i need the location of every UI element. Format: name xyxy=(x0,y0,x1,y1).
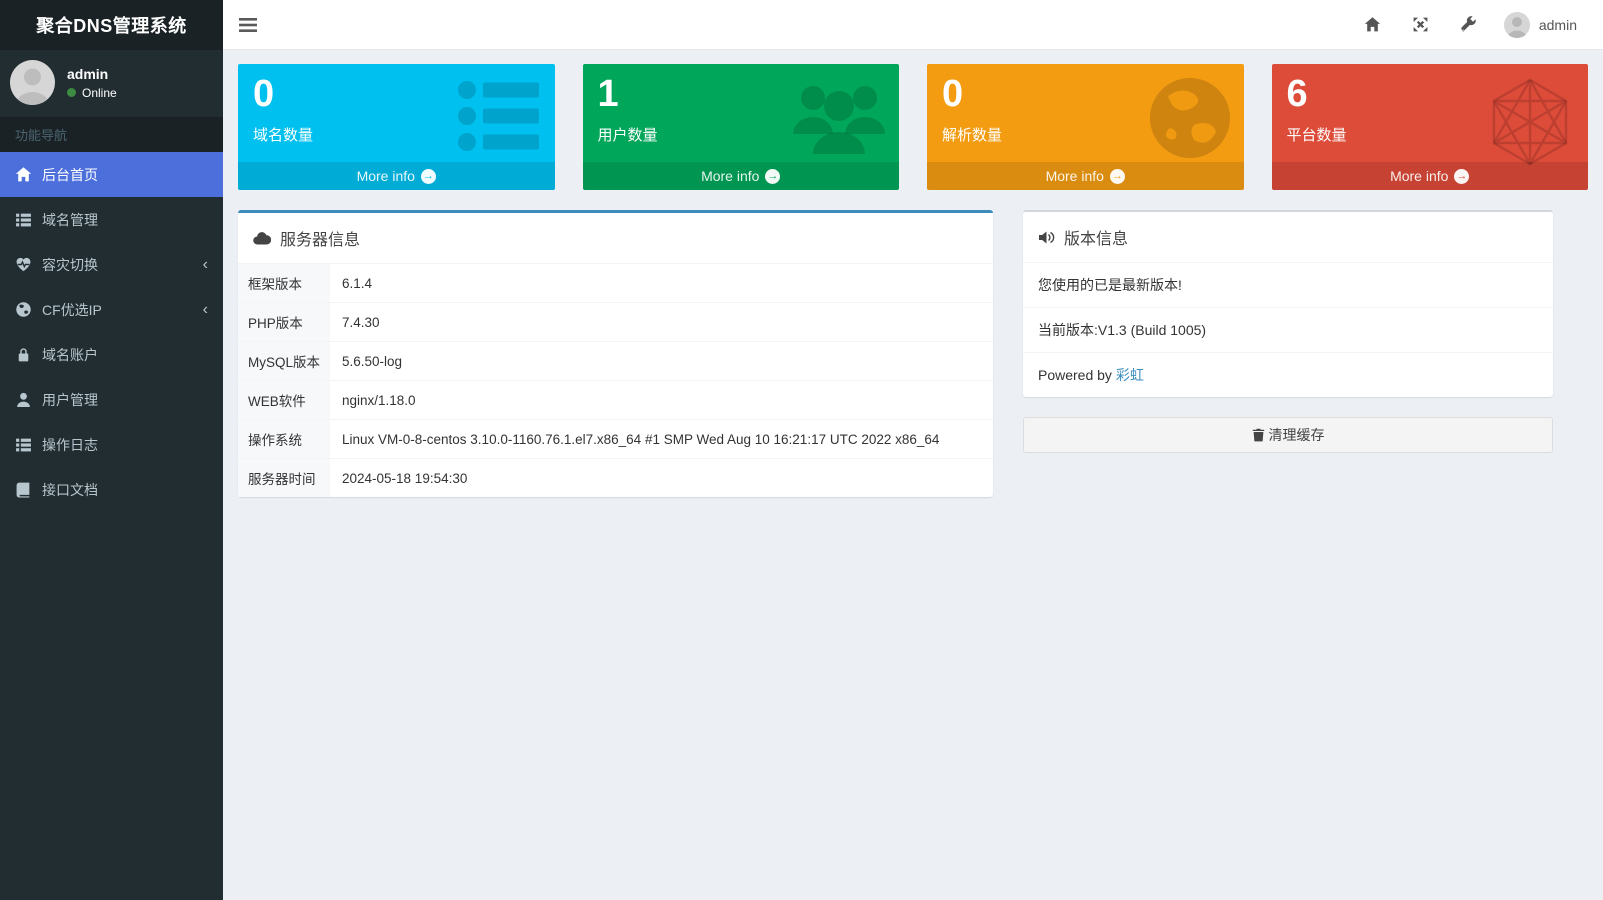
main-content: 0 域名数量 More info → 1 用户数量 More info → xyxy=(223,50,1603,511)
stat-boxes-row: 0 域名数量 More info → 1 用户数量 More info → xyxy=(238,64,1588,190)
stat-box-domains: 0 域名数量 More info → xyxy=(238,64,555,190)
lock-icon xyxy=(15,346,32,363)
sidebar-item-domain-accounts[interactable]: 域名账户 xyxy=(0,332,223,377)
version-latest-message: 您使用的已是最新版本! xyxy=(1023,262,1553,307)
volume-icon xyxy=(1038,230,1055,245)
user-icon xyxy=(15,391,32,408)
stat-box-users: 1 用户数量 More info → xyxy=(583,64,900,190)
fullscreen-icon[interactable] xyxy=(1404,0,1438,50)
wrench-icon[interactable] xyxy=(1452,0,1486,50)
arrow-circle-right-icon: → xyxy=(1454,169,1469,184)
cloud-icon xyxy=(253,231,271,245)
panel-title: 版本信息 xyxy=(1064,225,1128,249)
home-icon xyxy=(15,166,32,183)
user-avatar xyxy=(10,60,55,105)
sidebar-menu: 后台首页 域名管理 容灾切换 ‹ CF优选IP ‹ 域名账户 xyxy=(0,152,223,512)
table-row: PHP版本7.4.30 xyxy=(238,303,993,342)
table-row: WEB软件nginx/1.18.0 xyxy=(238,381,993,420)
stat-value: 6 xyxy=(1287,72,1579,118)
stat-label: 域名数量 xyxy=(253,124,545,145)
table-row: MySQL版本5.6.50-log xyxy=(238,342,993,381)
arrow-circle-right-icon: → xyxy=(421,169,436,184)
log-list-icon xyxy=(15,436,32,453)
stat-label: 平台数量 xyxy=(1287,124,1579,145)
table-row: 操作系统Linux VM-0-8-centos 3.10.0-1160.76.1… xyxy=(238,420,993,459)
sidebar: 聚合DNS管理系统 admin Online 功能导航 后台首页 域名管理 xyxy=(0,0,223,900)
table-row: 框架版本6.1.4 xyxy=(238,264,993,303)
list-icon xyxy=(15,211,32,228)
sidebar-item-dashboard[interactable]: 后台首页 xyxy=(0,152,223,197)
server-info-table: 框架版本6.1.4 PHP版本7.4.30 MySQL版本5.6.50-log … xyxy=(238,263,993,497)
stat-box-records: 0 解析数量 More info → xyxy=(927,64,1244,190)
navbar-username: admin xyxy=(1539,17,1577,33)
sidebar-item-api-docs[interactable]: 接口文档 xyxy=(0,467,223,512)
chevron-left-icon: ‹ xyxy=(203,257,208,273)
user-name: admin xyxy=(67,66,117,82)
heartbeat-icon xyxy=(15,256,32,273)
sidebar-item-cf-ip[interactable]: CF优选IP ‹ xyxy=(0,287,223,332)
user-menu[interactable]: admin xyxy=(1500,12,1581,38)
top-navbar: admin xyxy=(223,0,1603,50)
arrow-circle-right-icon: → xyxy=(765,169,780,184)
table-row: 服务器时间2024-05-18 19:54:30 xyxy=(238,459,993,498)
right-column: 版本信息 您使用的已是最新版本! 当前版本:V1.3 (Build 1005) … xyxy=(1023,210,1553,453)
chevron-left-icon: ‹ xyxy=(203,302,208,318)
clear-cache-button[interactable]: 清理缓存 xyxy=(1023,417,1553,453)
version-current: 当前版本:V1.3 (Build 1005) xyxy=(1023,307,1553,352)
stat-value: 1 xyxy=(598,72,890,118)
sidebar-section-header: 功能导航 xyxy=(0,117,223,152)
sidebar-item-logs[interactable]: 操作日志 xyxy=(0,422,223,467)
stat-value: 0 xyxy=(942,72,1234,118)
server-info-panel: 服务器信息 框架版本6.1.4 PHP版本7.4.30 MySQL版本5.6.5… xyxy=(238,210,993,497)
stat-value: 0 xyxy=(253,72,545,118)
user-avatar xyxy=(1504,12,1530,38)
sidebar-user-panel: admin Online xyxy=(0,50,223,117)
more-info-link[interactable]: More info → xyxy=(583,162,900,190)
sidebar-item-domains[interactable]: 域名管理 xyxy=(0,197,223,242)
online-status-icon xyxy=(67,88,76,97)
globe-icon xyxy=(15,301,32,318)
sidebar-item-users[interactable]: 用户管理 xyxy=(0,377,223,422)
stat-box-platforms: 6 平台数量 More info → xyxy=(1272,64,1589,190)
sidebar-toggle-button[interactable] xyxy=(223,0,273,50)
stat-label: 用户数量 xyxy=(598,124,890,145)
panel-title: 服务器信息 xyxy=(280,226,360,250)
powered-by: Powered by 彩虹 xyxy=(1023,352,1553,397)
user-status-label: Online xyxy=(82,86,117,100)
stat-label: 解析数量 xyxy=(942,124,1234,145)
trash-icon xyxy=(1252,428,1265,442)
more-info-link[interactable]: More info → xyxy=(1272,162,1589,190)
home-icon[interactable] xyxy=(1356,0,1390,50)
book-icon xyxy=(15,481,32,498)
app-logo[interactable]: 聚合DNS管理系统 xyxy=(0,0,223,50)
more-info-link[interactable]: More info → xyxy=(927,162,1244,190)
version-info-panel: 版本信息 您使用的已是最新版本! 当前版本:V1.3 (Build 1005) … xyxy=(1023,210,1553,397)
sidebar-item-failover[interactable]: 容灾切换 ‹ xyxy=(0,242,223,287)
powered-by-link[interactable]: 彩虹 xyxy=(1116,367,1144,383)
more-info-link[interactable]: More info → xyxy=(238,162,555,190)
arrow-circle-right-icon: → xyxy=(1110,169,1125,184)
